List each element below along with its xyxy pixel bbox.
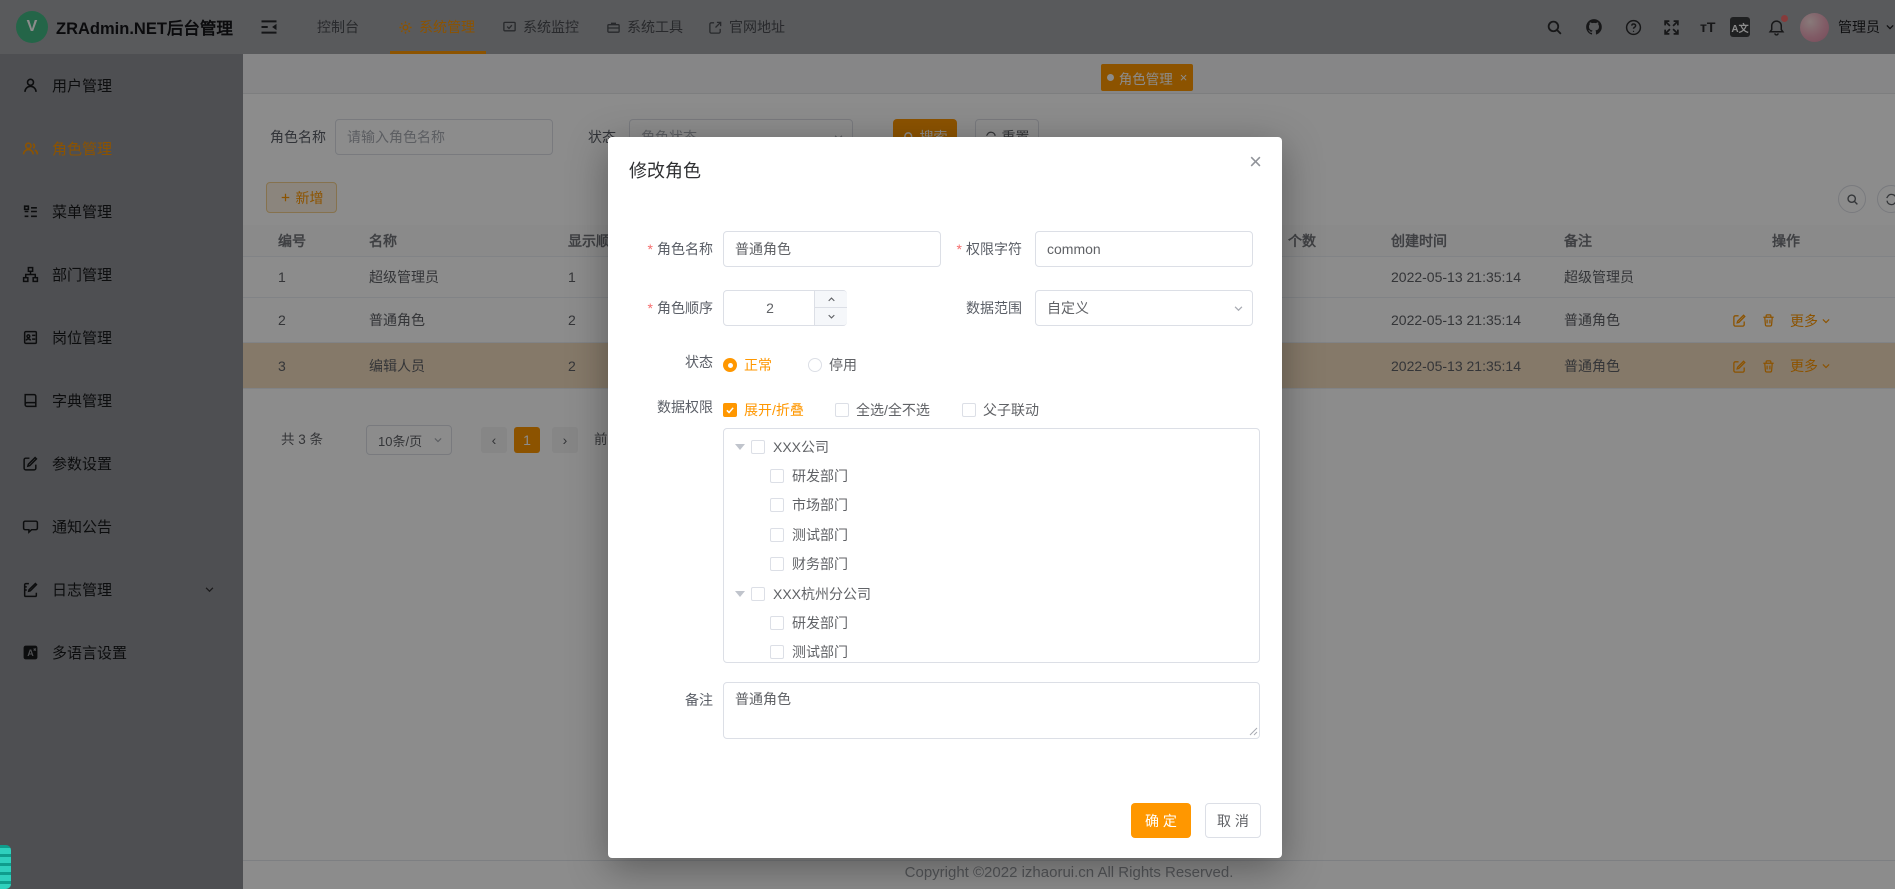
role-order-field-label: 角色顺序 [608, 290, 713, 326]
corner-widget[interactable] [0, 845, 11, 889]
checkbox-label: 全选/全不选 [856, 400, 930, 420]
data-scope-select[interactable]: 自定义 [1035, 290, 1253, 326]
screen: V ZRAdmin.NET后台管理 控制台 系统管理 系统监控 系统工具 官网地… [0, 0, 1895, 889]
edit-role-modal: 修改角色 × 角色名称 权限字符 角色顺序 数据范围 自定义 状态 正常 [608, 137, 1282, 858]
radio-icon [723, 358, 737, 372]
checkbox-icon[interactable] [770, 616, 784, 630]
remark-field-label: 备注 [608, 682, 713, 718]
confirm-button[interactable]: 确 定 [1131, 803, 1191, 838]
expand-collapse-checkbox[interactable]: 展开/折叠 [723, 400, 804, 420]
role-order-stepper [723, 290, 847, 326]
tree-node-label: XXX杭州分公司 [773, 584, 871, 604]
remark-textarea[interactable]: 普通角色 [723, 682, 1260, 739]
department-tree: XXX公司 研发部门 市场部门 测试部门 财务部门 XXX杭州分公司 [723, 428, 1260, 663]
modal-title: 修改角色 [629, 157, 701, 183]
perm-char-field-label: 权限字符 [868, 231, 1022, 267]
radio-label: 停用 [829, 355, 857, 375]
data-scope-value: 自定义 [1047, 298, 1089, 318]
tree-node-dept[interactable]: 测试部门 [724, 638, 1259, 663]
tree-node-dept[interactable]: 财务部门 [724, 550, 1259, 579]
checkbox-icon [723, 403, 737, 417]
role-order-input[interactable] [724, 291, 816, 325]
checkbox-icon [835, 403, 849, 417]
perm-char-input[interactable] [1035, 231, 1253, 267]
tree-node-company[interactable]: XXX公司 [724, 432, 1259, 461]
data-perm-field-label: 数据权限 [608, 389, 713, 425]
tree-node-label: 测试部门 [792, 525, 848, 545]
checkbox-icon[interactable] [770, 557, 784, 571]
tree-node-label: 财务部门 [792, 554, 848, 574]
select-all-checkbox[interactable]: 全选/全不选 [835, 400, 930, 420]
radio-icon [808, 358, 822, 372]
tree-node-dept[interactable]: 研发部门 [724, 461, 1259, 490]
radio-label: 正常 [744, 355, 772, 375]
checkbox-icon[interactable] [751, 440, 765, 454]
chevron-down-icon [1233, 303, 1244, 314]
tree-node-dept[interactable]: 测试部门 [724, 520, 1259, 549]
tree-expand-caret[interactable] [735, 591, 745, 597]
status-radio-disabled[interactable]: 停用 [808, 355, 857, 375]
tree-node-label: 测试部门 [792, 642, 848, 662]
checkbox-icon[interactable] [770, 528, 784, 542]
tree-node-branch-company[interactable]: XXX杭州分公司 [724, 579, 1259, 608]
tree-expand-caret[interactable] [735, 444, 745, 450]
tree-node-label: 市场部门 [792, 495, 848, 515]
status-field-label: 状态 [608, 344, 713, 380]
data-scope-field-label: 数据范围 [868, 290, 1022, 326]
checkbox-label: 父子联动 [983, 400, 1039, 420]
close-icon[interactable]: × [1249, 151, 1262, 173]
status-radio-normal[interactable]: 正常 [723, 355, 772, 375]
tree-node-label: 研发部门 [792, 613, 848, 633]
stepper-up-button[interactable] [815, 291, 847, 308]
tree-node-label: XXX公司 [773, 437, 829, 457]
parent-child-link-checkbox[interactable]: 父子联动 [962, 400, 1039, 420]
cancel-button[interactable]: 取 消 [1205, 803, 1261, 838]
tree-node-dept[interactable]: 研发部门 [724, 608, 1259, 637]
role-name-field-label: 角色名称 [608, 231, 713, 267]
tree-node-label: 研发部门 [792, 466, 848, 486]
stepper-down-button[interactable] [815, 308, 847, 325]
checkbox-icon[interactable] [770, 645, 784, 659]
tree-node-dept[interactable]: 市场部门 [724, 491, 1259, 520]
checkbox-icon [962, 403, 976, 417]
checkbox-label: 展开/折叠 [744, 400, 804, 420]
checkbox-icon[interactable] [770, 498, 784, 512]
checkbox-icon[interactable] [751, 587, 765, 601]
checkbox-icon[interactable] [770, 469, 784, 483]
